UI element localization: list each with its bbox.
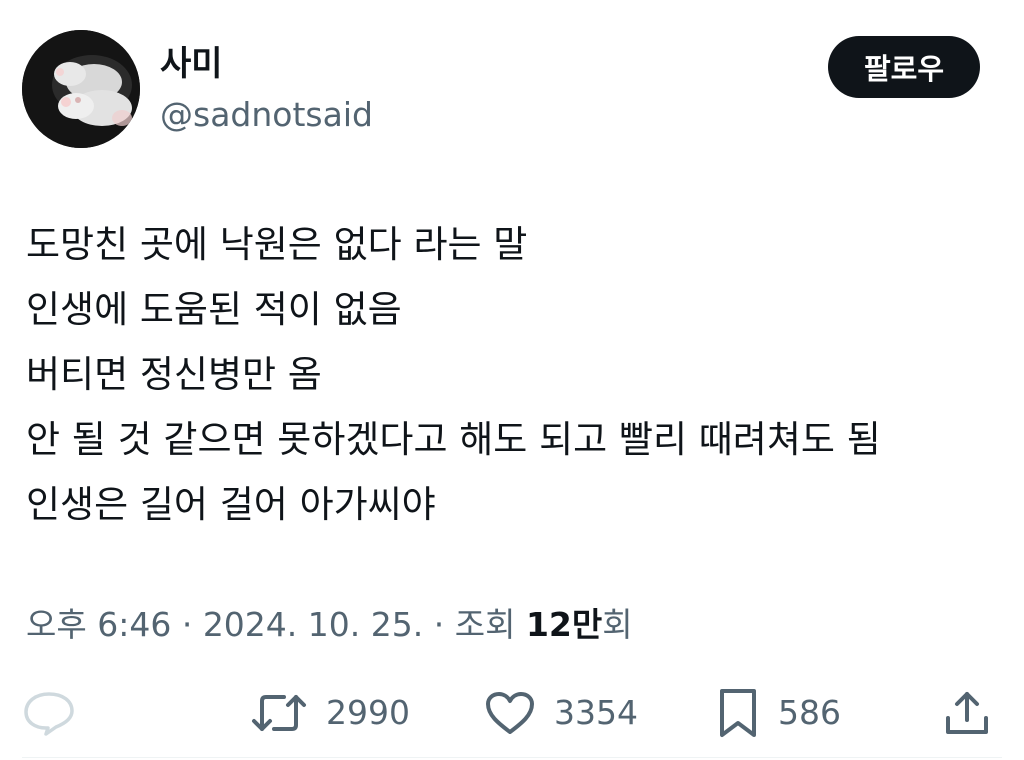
views-suffix: 회 bbox=[602, 605, 633, 644]
views-prefix: 조회 bbox=[454, 605, 526, 644]
tweet-line: 인생에 도움된 적이 없음 bbox=[26, 288, 402, 331]
tweet-meta: 오후 6:46 · 2024. 10. 25. · 조회 12만회 bbox=[26, 600, 633, 650]
divider bbox=[22, 757, 1002, 758]
tweet-text: 도망친 곳에 낙원은 없다 라는 말 인생에 도움된 적이 없음 버티면 정신병… bbox=[26, 212, 1006, 537]
share-button[interactable] bbox=[942, 682, 992, 744]
like-count: 3354 bbox=[554, 693, 638, 732]
display-name[interactable]: 사미 bbox=[160, 40, 223, 88]
bookmark-icon bbox=[716, 687, 760, 739]
follow-button[interactable]: 팔로우 bbox=[828, 36, 980, 98]
tweet-line: 안 될 것 같으면 못하겠다고 해도 되고 빨리 때려쳐도 됨 bbox=[26, 418, 881, 461]
avatar-image bbox=[22, 30, 140, 148]
share-icon bbox=[942, 688, 992, 738]
meta-separator: · bbox=[171, 605, 203, 644]
tweet-time[interactable]: 오후 6:46 bbox=[26, 605, 171, 644]
heart-icon bbox=[484, 690, 536, 736]
retweet-button[interactable]: 2990 bbox=[250, 682, 410, 744]
tweet-line: 도망친 곳에 낙원은 없다 라는 말 bbox=[26, 223, 528, 266]
bookmark-button[interactable]: 586 bbox=[716, 682, 841, 744]
action-bar: 2990 3354 586 bbox=[0, 682, 1024, 744]
retweet-count: 2990 bbox=[326, 693, 410, 732]
reply-icon bbox=[22, 690, 76, 736]
views-count: 12만 bbox=[525, 605, 603, 644]
avatar[interactable] bbox=[22, 30, 140, 148]
retweet-icon bbox=[250, 689, 308, 737]
tweet-line: 버티면 정신병만 옴 bbox=[26, 353, 322, 396]
bookmark-count: 586 bbox=[778, 693, 841, 732]
tweet-line: 인생은 길어 걸어 아가씨야 bbox=[26, 483, 436, 526]
user-handle[interactable]: @sadnotsaid bbox=[160, 92, 373, 138]
like-button[interactable]: 3354 bbox=[484, 682, 638, 744]
meta-separator: · bbox=[423, 605, 455, 644]
tweet-date[interactable]: 2024. 10. 25. bbox=[203, 605, 423, 644]
reply-button[interactable] bbox=[22, 682, 76, 744]
